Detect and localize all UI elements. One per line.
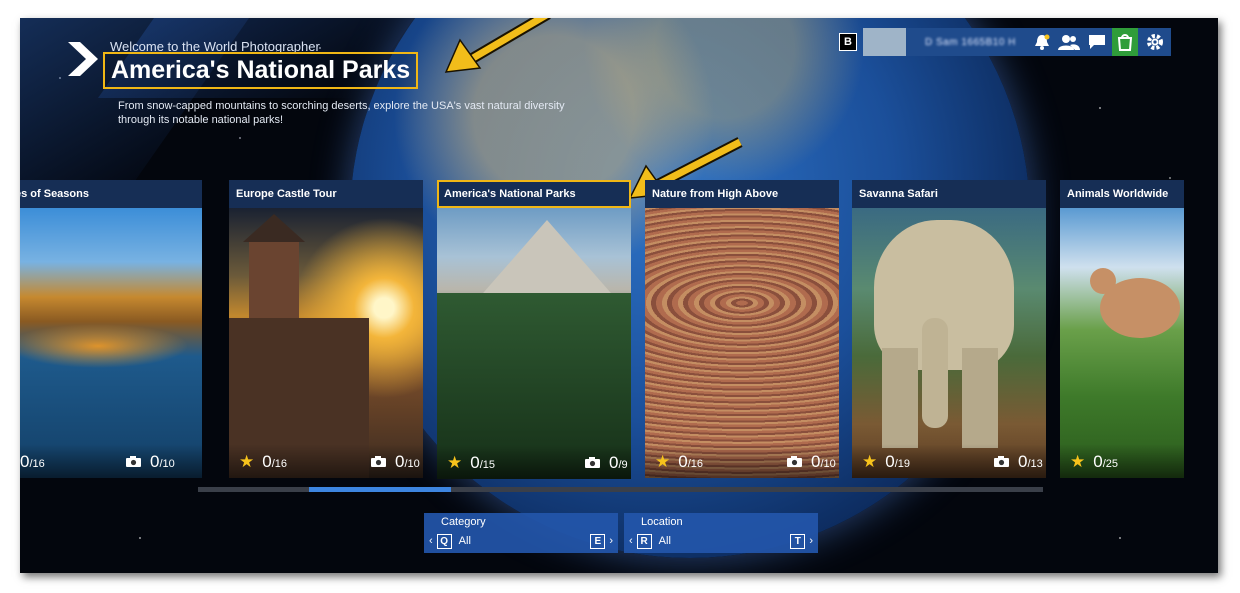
game-window: Welcome to the World Photographer Americ… [20, 18, 1218, 573]
card-title: Europe Castle Tour [229, 180, 423, 208]
star-icon: ★ [239, 452, 255, 471]
camera-icon [994, 456, 1009, 467]
camera-icon [787, 456, 802, 467]
e-key-hint: E [590, 533, 606, 549]
chat-icon[interactable] [1084, 28, 1110, 56]
card-title: Nature from High Above [645, 180, 839, 208]
album-card-animals[interactable]: Animals Worldwide ★ 0/25 [1060, 180, 1184, 478]
star-icon: ★ [447, 453, 463, 472]
castle-sunset-image [229, 208, 423, 478]
star-icon: ★ [1070, 452, 1086, 471]
b-key-hint[interactable]: B [839, 33, 857, 51]
album-card-high-above[interactable]: Nature from High Above ★ 0/16 0/10 [645, 180, 839, 478]
location-value: All [658, 535, 671, 547]
page-description: From snow-capped mountains to scorching … [118, 100, 565, 126]
camera-icon [371, 456, 386, 467]
friends-icon[interactable] [1056, 28, 1082, 56]
category-label: Category [441, 516, 486, 528]
star-icon: ★ [655, 452, 671, 471]
q-key-hint: Q [436, 533, 452, 549]
chevron-right-icon[interactable]: › [809, 535, 813, 547]
photos-count: 0/10 [371, 452, 420, 472]
card-title: Savanna Safari [852, 180, 1046, 208]
camera-icon [126, 456, 141, 467]
profile-name: D Sam 1665B10 H [925, 36, 1016, 48]
photos-count: 0/10 [126, 452, 175, 472]
shop-icon[interactable] [1112, 28, 1138, 56]
location-label: Location [641, 516, 683, 528]
album-card-national-parks[interactable]: America's National Parks ★ 0/15 0/9 [437, 180, 631, 479]
elephant-image [852, 208, 1046, 478]
carousel-scrollbar-thumb[interactable] [309, 487, 451, 492]
lake-island-image [20, 208, 202, 478]
stars-count: ★ 0/16 [239, 452, 288, 471]
stars-count: ★ 0/25 [1070, 452, 1119, 471]
stars-count: ★ 0/15 [447, 453, 496, 472]
chevron-right-icon[interactable]: › [609, 535, 613, 547]
location-filter[interactable]: Location ‹ R All T › [624, 513, 818, 553]
t-key-hint: T [790, 533, 806, 549]
photos-count: 0/13 [994, 452, 1043, 472]
photos-count: 0/10 [787, 452, 836, 472]
back-chevron-icon[interactable] [68, 42, 98, 76]
kangaroo-image [1060, 208, 1184, 478]
settings-gear-icon[interactable] [1142, 28, 1168, 56]
page-title: America's National Parks [103, 52, 419, 89]
camera-icon [585, 457, 600, 468]
photos-count: 0/9 [585, 453, 628, 473]
category-value: All [458, 535, 471, 547]
chevron-left-icon[interactable]: ‹ [429, 535, 433, 547]
album-card-safari[interactable]: Savanna Safari ★ 0/19 0/13 [852, 180, 1046, 478]
desert-crater-image [645, 208, 839, 478]
album-card-castle[interactable]: Europe Castle Tour ★ 0/16 0/10 [229, 180, 423, 478]
album-card-seasons[interactable]: es of Seasons 0/16 0/10 [20, 180, 202, 478]
stars-count: ★ 0/16 [655, 452, 704, 471]
stars-count: ★ 0/19 [862, 452, 911, 471]
card-title: es of Seasons [20, 180, 202, 208]
r-key-hint: R [636, 533, 652, 549]
card-title: Animals Worldwide [1060, 180, 1184, 208]
category-filter[interactable]: Category ‹ Q All E › [424, 513, 618, 553]
card-title-selected: America's National Parks [437, 180, 631, 208]
mountain-forest-image [437, 208, 631, 479]
annotation-arrow-icon [444, 18, 551, 73]
stars-count: 0/16 [20, 452, 45, 471]
chevron-left-icon[interactable]: ‹ [629, 535, 633, 547]
notification-bell-icon[interactable] [1029, 28, 1055, 56]
star-icon: ★ [862, 452, 878, 471]
